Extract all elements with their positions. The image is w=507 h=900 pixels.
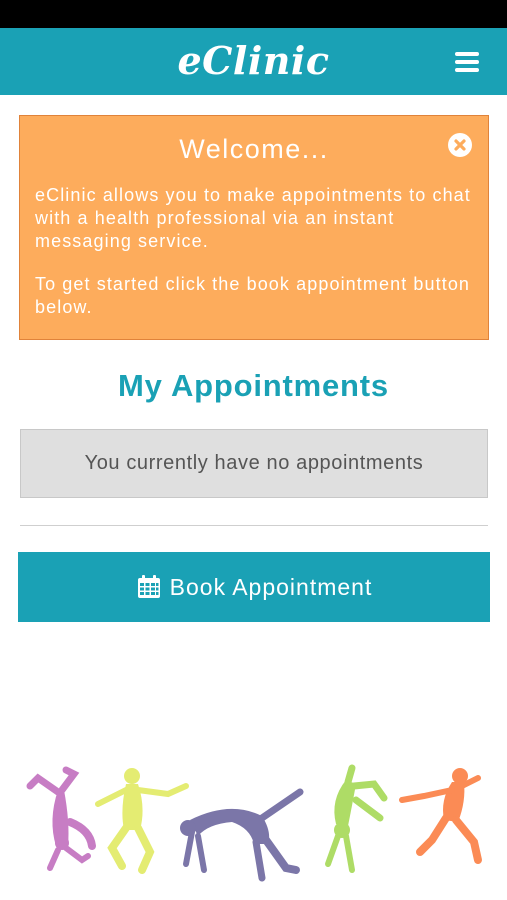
status-bar [0, 0, 507, 28]
my-appointments-heading: My Appointments [118, 368, 389, 403]
dancer-figure [95, 768, 189, 874]
app-logo: eClinic [177, 38, 330, 83]
dancer-figure [26, 766, 96, 871]
app-header: eClinic [0, 28, 507, 95]
empty-appointments-message: You currently have no appointments [20, 429, 488, 498]
dancer-figure [399, 768, 482, 864]
book-appointment-label: Book Appointment [169, 573, 373, 600]
hamburger-menu-icon[interactable] [455, 52, 479, 72]
calendar-icon [137, 575, 160, 598]
welcome-description: eClinic allows you to make appointments … [35, 185, 471, 251]
welcome-instructions: To get started click the book appointmen… [35, 274, 471, 317]
dancer-figure [325, 764, 388, 873]
dancers-decoration [26, 764, 482, 882]
dancer-figure [180, 788, 304, 882]
close-circle-icon [454, 139, 466, 151]
welcome-alert: Welcome... eClinic allows you to make ap… [19, 115, 489, 340]
book-appointment-button[interactable]: Book Appointment [18, 552, 490, 622]
welcome-title: Welcome... [179, 134, 329, 164]
divider [20, 525, 488, 526]
close-alert-button[interactable] [448, 133, 472, 157]
